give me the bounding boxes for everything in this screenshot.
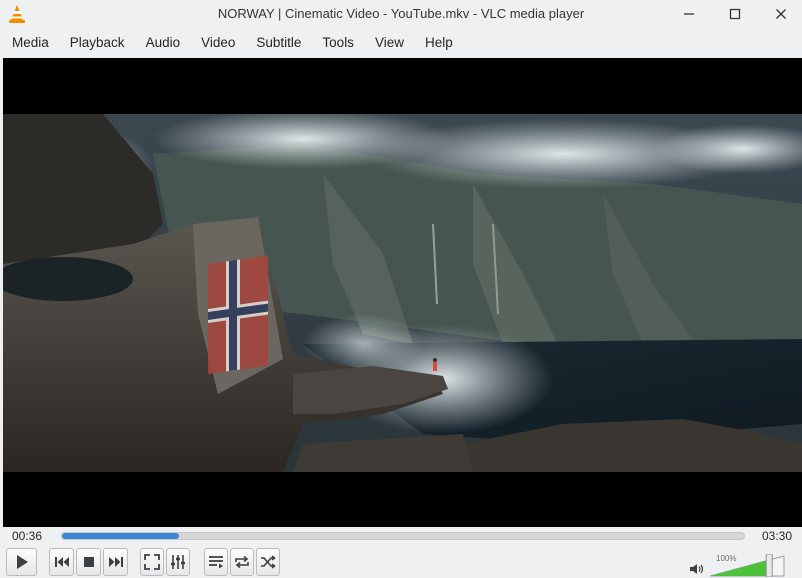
seek-progress (62, 533, 179, 539)
extended-settings-button[interactable] (166, 548, 190, 576)
total-time[interactable]: 03:30 (762, 529, 792, 543)
loop-icon (235, 555, 249, 569)
seek-row: 00:36 03:30 (0, 527, 802, 545)
stop-button[interactable] (76, 548, 101, 576)
skip-previous-icon (54, 557, 69, 567)
volume-handle[interactable] (765, 554, 773, 577)
menu-video[interactable]: Video (193, 31, 243, 55)
fullscreen-icon (144, 554, 160, 570)
next-button[interactable] (103, 548, 128, 576)
minimize-icon (684, 13, 694, 15)
close-button[interactable] (770, 4, 792, 24)
seek-slider[interactable] (61, 532, 745, 540)
stop-icon (83, 557, 94, 567)
menu-audio[interactable]: Audio (138, 31, 189, 55)
random-button[interactable] (256, 548, 280, 576)
menu-playback[interactable]: Playback (62, 31, 133, 55)
video-frame (3, 114, 802, 472)
speaker-icon[interactable] (689, 562, 705, 576)
volume-slider[interactable] (710, 554, 786, 577)
shuffle-icon (261, 555, 276, 569)
play-icon (16, 555, 28, 569)
menu-help[interactable]: Help (417, 31, 461, 55)
playlist-icon (209, 556, 223, 569)
equalizer-icon (171, 555, 185, 569)
skip-next-icon (108, 557, 123, 567)
elapsed-time[interactable]: 00:36 (12, 529, 42, 543)
menu-view[interactable]: View (367, 31, 412, 55)
menu-subtitle[interactable]: Subtitle (248, 31, 309, 55)
fullscreen-button[interactable] (140, 548, 164, 576)
minimize-button[interactable] (678, 4, 700, 24)
loop-button[interactable] (230, 548, 254, 576)
maximize-icon (729, 8, 741, 20)
menu-bar: Media Playback Audio Video Subtitle Tool… (0, 28, 802, 58)
close-icon (776, 9, 786, 19)
previous-button[interactable] (49, 548, 74, 576)
playlist-button[interactable] (204, 548, 228, 576)
maximize-button[interactable] (724, 4, 746, 24)
menu-media[interactable]: Media (4, 31, 57, 55)
control-bar: 100% (0, 545, 802, 578)
play-button[interactable] (6, 548, 37, 576)
menu-tools[interactable]: Tools (314, 31, 362, 55)
title-bar: NORWAY | Cinematic Video - YouTube.mkv -… (0, 0, 802, 28)
video-display[interactable] (3, 58, 802, 527)
